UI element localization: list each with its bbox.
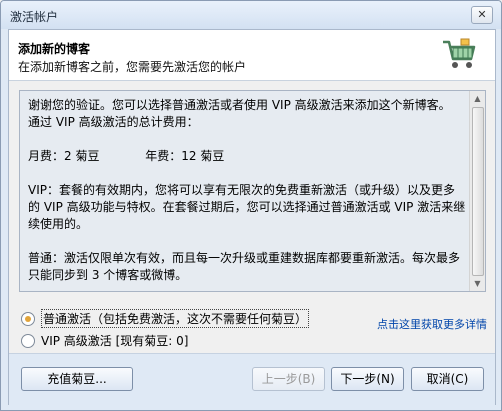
normal-activation-radio[interactable] bbox=[21, 312, 35, 326]
shopping-cart-icon bbox=[443, 38, 476, 68]
header-subtitle: 在添加新博客之前，您需要先激活您的帐户 bbox=[18, 60, 247, 74]
recharge-button[interactable]: 充值菊豆... bbox=[21, 367, 133, 391]
info-textbox[interactable]: 谢谢您的验证。您可以选择普通激活或者使用 VIP 高级激活来添加这个新博客。 通… bbox=[19, 90, 486, 292]
normal-activation-label[interactable]: 普通激活（包括免费激活，这次不需要任何菊豆） bbox=[41, 309, 310, 328]
info-content: 谢谢您的验证。您可以选择普通激活或者使用 VIP 高级激活来添加这个新博客。 通… bbox=[28, 97, 466, 291]
header-panel: 添加新的博客 在添加新博客之前，您需要先激活您的帐户 bbox=[9, 30, 495, 81]
button-bar: 充值菊豆... 上一步(B) 下一步(N) 取消(C) bbox=[9, 353, 495, 405]
vip-activation-label[interactable]: VIP 高级激活 [现有菊豆: 0] bbox=[41, 332, 188, 349]
normal-description: 普通：激活仅限单次有效，而且每一次升级或重建数据库都要重新激活。每次最多只能同步… bbox=[28, 251, 461, 282]
dialog-frame: 添加新的博客 在添加新博客之前，您需要先激活您的帐户 谢谢您的验证。您可以选择普… bbox=[8, 29, 496, 405]
activate-account-dialog: 激活帐户 ✕ 添加新的博客 在添加新博客之前，您需要先激活您的帐户 谢谢您的验证… bbox=[0, 0, 502, 411]
header-title: 添加新的博客 bbox=[18, 42, 91, 56]
close-button[interactable]: ✕ bbox=[471, 6, 493, 24]
scroll-thumb[interactable] bbox=[472, 107, 484, 276]
scroll-up-arrow-icon[interactable]: ▲ bbox=[470, 91, 485, 106]
info-line-2: 通过 VIP 高级激活的总计费用： bbox=[28, 115, 199, 129]
dialog-body: 谢谢您的验证。您可以选择普通激活或者使用 VIP 高级激活来添加这个新博客。 通… bbox=[9, 81, 495, 353]
title-bar: 激活帐户 ✕ bbox=[1, 1, 501, 29]
window-title: 激活帐户 bbox=[10, 10, 59, 24]
vertical-scrollbar[interactable]: ▲ ▼ bbox=[469, 91, 485, 291]
more-details-link[interactable]: 点击这里获取更多详情 bbox=[377, 316, 487, 332]
yearly-fee: 年费：12 菊豆 bbox=[145, 149, 225, 163]
cancel-button[interactable]: 取消(C) bbox=[411, 367, 484, 391]
back-button[interactable]: 上一步(B) bbox=[252, 367, 325, 391]
scroll-down-arrow-icon[interactable]: ▼ bbox=[470, 276, 485, 291]
monthly-fee: 月费：2 菊豆 bbox=[28, 149, 100, 163]
vip-description: VIP：套餐的有效期内，您将可以享有无限次的免费重新激活（或升级）以及更多的 V… bbox=[28, 183, 466, 231]
vip-activation-radio[interactable] bbox=[21, 334, 35, 348]
info-intro: 谢谢您的验证。您可以选择普通激活或者使用 VIP 高级激活来添加这个新博客。 通… bbox=[28, 97, 466, 131]
info-line-1: 谢谢您的验证。您可以选择普通激活或者使用 VIP 高级激活来添加这个新博客。 bbox=[28, 98, 451, 112]
next-button[interactable]: 下一步(N) bbox=[331, 367, 404, 391]
fee-row: 月费：2 菊豆 年费：12 菊豆 bbox=[28, 148, 466, 165]
